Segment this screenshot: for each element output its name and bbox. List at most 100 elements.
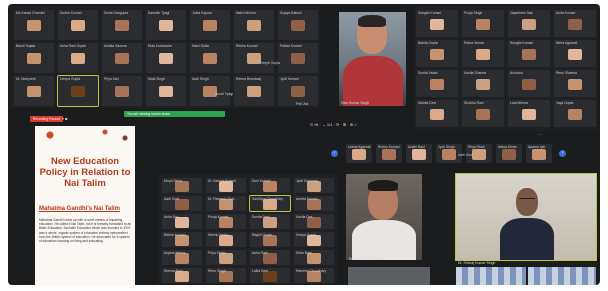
participant-tile[interactable]: Ashika Saxena xyxy=(102,43,142,73)
participant-tile[interactable]: Reena Bhardwaj xyxy=(234,76,274,106)
participant-tile[interactable]: Lalita Devi xyxy=(250,268,290,283)
participant-tile[interactable]: Ms Kamla Chandel xyxy=(14,10,54,40)
participant-thumbnail xyxy=(382,148,396,160)
participant-tile[interactable]: Renu Singh xyxy=(206,268,246,283)
participant-tile[interactable]: Anjana Mehra xyxy=(162,250,202,265)
mid-label-2: Arush Tyagi xyxy=(215,92,233,96)
participant-tile[interactable]: Smita Dasgupta xyxy=(102,10,142,40)
participant-tile[interactable]: Shobha Rani xyxy=(462,100,504,127)
participant-name: Sujaya Bakshi xyxy=(280,11,302,15)
participant-tile[interactable]: Arathi Ravi xyxy=(406,144,432,163)
participant-tile[interactable]: Kiran Bala xyxy=(294,250,334,265)
participant-thumbnail xyxy=(71,53,85,65)
mid-label-1: Deepti Gupta xyxy=(260,61,280,65)
top-left-gallery: Ms Kamla Chandel Sudha Kumari Smita Dasgup… xyxy=(10,6,320,108)
participant-tile[interactable]: Kavita Das xyxy=(294,214,334,229)
participant-tile[interactable]: Nalini Mishra xyxy=(234,10,274,40)
more-icon[interactable]: ⋯ xyxy=(538,132,542,137)
participant-thumbnail xyxy=(472,148,486,160)
participant-name: Reena Bhardwaj xyxy=(236,77,262,81)
participant-name: Shobha Rani xyxy=(464,101,484,105)
participant-name: Amrita Kumari xyxy=(296,197,318,201)
participant-tile[interactable]: Kavita Sharma xyxy=(462,70,504,97)
participant-tile[interactable]: Aparna Iyer xyxy=(526,144,552,163)
participant-tile[interactable]: Meenu Yadav xyxy=(206,232,246,247)
participant-tile[interactable]: Neha Agarwal xyxy=(554,40,596,67)
participant-tile[interactable]: Renu Sharma xyxy=(554,70,596,97)
participant-tile[interactable]: Sunita Yadav xyxy=(416,70,458,97)
participant-tile[interactable]: Ragini Gupta xyxy=(250,232,290,247)
participant-tile[interactable]: Pooja Kumari xyxy=(206,214,246,229)
participant-thumbnail xyxy=(27,53,41,65)
participant-tile[interactable]: Priya Jain xyxy=(102,76,142,106)
strip-center-label: Aarti Govt xyxy=(458,153,474,157)
participant-name: Lata Mishra xyxy=(510,101,528,105)
participant-tile[interactable]: Jyoti Goswami xyxy=(294,178,334,193)
recording-status-button[interactable]: Recording Paused xyxy=(30,116,64,122)
participant-tile[interactable]: Amrita Kumari xyxy=(294,196,334,211)
participant-tile[interactable]: Sunita Devi xyxy=(250,214,290,229)
participant-name: Naina Sinha xyxy=(498,145,517,149)
participant-tile[interactable]: Aarti Singh xyxy=(190,76,230,106)
participant-tile[interactable]: Ramesh Choudhary xyxy=(294,268,334,283)
participant-name: Priya Shah xyxy=(468,145,485,149)
participant-tile[interactable]: Pooja Singh xyxy=(462,10,504,37)
participant-tile[interactable]: Sujaya Bakshi xyxy=(278,10,318,40)
active-speaker-video[interactable] xyxy=(455,173,597,261)
participant-name: Anita Kumari xyxy=(556,11,576,15)
top-right-gallery: Sangita Kumari Pooja Singh Jayashree Das An… xyxy=(414,6,598,131)
participant-tile[interactable]: Suni Kumari xyxy=(250,178,290,193)
participant-tile[interactable]: Anita Jha xyxy=(162,214,202,229)
participant-tile[interactable]: Aarti Govt xyxy=(162,196,202,211)
participant-name: Rama Verma xyxy=(464,41,484,45)
participant-tile[interactable]: Mala Singh xyxy=(146,76,186,106)
gallery-next-button[interactable]: › xyxy=(559,150,566,157)
participant-thumbnail xyxy=(430,48,444,60)
participant-tile[interactable]: Seema Rani xyxy=(162,268,202,283)
participant-tile[interactable]: Kamalin Tyagi xyxy=(146,10,186,40)
participant-tile[interactable]: Naini Dutta xyxy=(190,43,230,73)
participant-tile[interactable]: Asha Rani xyxy=(250,250,290,265)
participant-name: Ms Kamla Chandel xyxy=(16,11,45,15)
participant-tile[interactable]: Naina Sinha xyxy=(496,144,522,163)
participant-name: Jyoti Singh xyxy=(438,145,455,149)
participant-tile[interactable]: Mamta Devi xyxy=(416,100,458,127)
participant-tile[interactable]: Anita Kumari xyxy=(554,10,596,37)
participant-tile[interactable]: Deepa Gupta xyxy=(57,75,99,107)
participant-tile[interactable]: Leena Agarwal xyxy=(346,144,372,163)
participant-tile[interactable]: Priya Yadav xyxy=(206,250,246,265)
participant-tile[interactable]: Dr. Manpreet xyxy=(14,76,54,106)
participant-tile[interactable]: Dr. Kamna Kumari xyxy=(206,178,246,193)
participant-tile[interactable]: Ronny Kumari xyxy=(376,144,402,163)
participant-thumbnail xyxy=(568,18,582,30)
participant-tile[interactable]: Lata Mishra xyxy=(508,100,550,127)
participant-tile[interactable]: Archana xyxy=(508,70,550,97)
participant-tile[interactable]: Pallavi Kumari xyxy=(278,43,318,73)
bottom-cut-tile-3 xyxy=(528,267,596,285)
participant-tile[interactable]: Divya Sinha xyxy=(162,178,202,193)
participant-tile[interactable]: Sandhya Choudhary xyxy=(249,195,291,212)
participant-tile[interactable]: Jayashree Das xyxy=(508,10,550,37)
gallery-prev-button[interactable]: ‹ xyxy=(331,150,338,157)
bottom-speaker-video[interactable] xyxy=(346,174,422,260)
participant-tile[interactable]: Rekha Kumari xyxy=(162,232,202,247)
share-control-strip: ⊙ Hl · ↔ 1/1 · ⟳ · ⊞ · ⊕ ⌂ xyxy=(310,122,357,127)
participant-tile[interactable]: Deepa Gupta xyxy=(294,232,334,247)
participant-name: Bandi Sujata xyxy=(16,44,36,48)
participant-thumbnail xyxy=(159,53,173,65)
participant-tile[interactable]: Joela Kapoor xyxy=(190,10,230,40)
participant-tile[interactable]: Ekta Kushwaha xyxy=(146,43,186,73)
participant-tile[interactable]: Sudha Kumari xyxy=(58,10,98,40)
participant-tile[interactable]: Dr. Ramesh Chat... xyxy=(206,196,246,211)
participant-tile[interactable]: Asha Rani Gupta xyxy=(58,43,98,73)
participant-tile[interactable]: Rama Verma xyxy=(462,40,504,67)
participant-tile[interactable]: Rekha Kumari xyxy=(234,43,274,73)
participant-tile[interactable]: Babita Gupta xyxy=(416,40,458,67)
participant-tile[interactable]: Sangita Kumari xyxy=(416,10,458,37)
participant-tile[interactable]: Bandi Sujata xyxy=(14,43,54,73)
participant-tile[interactable]: Sangita Kumari xyxy=(508,40,550,67)
participant-name: Anjana Mehra xyxy=(164,251,186,255)
top-speaker-video[interactable]: Ravi Kumar Singh xyxy=(339,12,406,106)
pause-icon[interactable]: ⏸ ■ xyxy=(62,116,68,121)
participant-tile[interactable]: Jaya Gupta xyxy=(554,100,596,127)
